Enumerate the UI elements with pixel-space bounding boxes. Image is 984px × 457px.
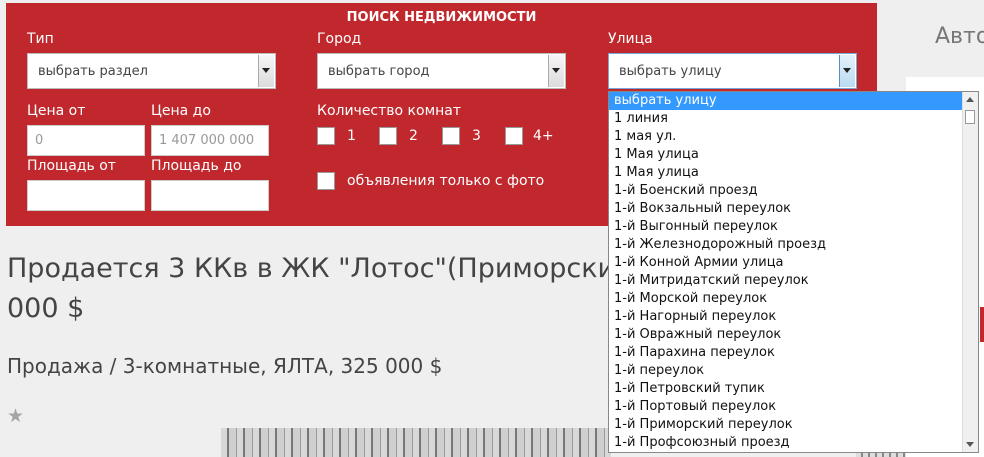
rooms-4plus-checkbox[interactable]	[505, 127, 523, 145]
street-option[interactable]: 1-й Овражный переулок	[609, 326, 978, 344]
sidebar-accent	[980, 307, 984, 342]
listing-title-continued: 000 $	[7, 293, 85, 324]
street-option[interactable]: 1-й переулок	[609, 362, 978, 380]
street-option[interactable]: 1 линия	[609, 110, 978, 128]
area-to-input[interactable]	[151, 180, 269, 211]
street-option[interactable]: 1-й Конной Армии улица	[609, 254, 978, 272]
street-option[interactable]: 1-й Выгонный переулок	[609, 218, 978, 236]
street-option[interactable]: 1 Мая улица	[609, 164, 978, 182]
city-select[interactable]: выбрать город	[317, 53, 566, 89]
street-option[interactable]: выбрать улицу	[609, 92, 978, 110]
listing-title: Продается 3 ККв в ЖК "Лотос"(Приморский	[7, 253, 633, 284]
rooms-3-checkbox[interactable]	[442, 127, 460, 145]
rooms-3-label: 3	[472, 128, 481, 144]
listing-photo[interactable]	[221, 428, 611, 457]
street-option[interactable]: 1-й Профсоюзный проезд	[609, 434, 978, 452]
dropdown-scrollbar[interactable]	[962, 92, 978, 452]
street-option[interactable]: 1-й Портовый переулок	[609, 398, 978, 416]
star-icon[interactable]: ★	[7, 405, 24, 427]
scroll-thumb[interactable]	[965, 110, 975, 124]
type-select-value: выбрать раздел	[38, 64, 148, 79]
street-option[interactable]: 1-й Морской переулок	[609, 290, 978, 308]
rooms-label: Количество комнат	[317, 103, 462, 119]
street-option[interactable]: 1-й Нагорный переулок	[609, 308, 978, 326]
panel-title: ПОИСК НЕДВИЖИМОСТИ	[346, 10, 537, 25]
street-select-value: выбрать улицу	[619, 64, 722, 79]
price-from-label: Цена от	[27, 103, 86, 119]
rooms-2-label: 2	[409, 128, 418, 144]
rooms-4plus-label: 4+	[533, 128, 554, 144]
rooms-1-label: 1	[347, 128, 356, 144]
price-to-label: Цена до	[151, 103, 211, 119]
street-option[interactable]: 1-й Боенский проезд	[609, 182, 978, 200]
street-option[interactable]: 1 Мая улица	[609, 146, 978, 164]
street-option[interactable]: 1-й Железнодорожный проезд	[609, 236, 978, 254]
photo-only-label: объявления только с фото	[347, 173, 545, 189]
scroll-up-icon[interactable]	[966, 97, 974, 102]
price-to-input[interactable]: 1 407 000 000	[151, 125, 269, 156]
street-option[interactable]: 1 мая ул.	[609, 128, 978, 146]
price-from-input[interactable]: 0	[27, 125, 145, 156]
street-select[interactable]: выбрать улицу	[608, 53, 857, 89]
type-select[interactable]: выбрать раздел	[27, 53, 276, 89]
street-dropdown-list[interactable]: выбрать улицу 1 линия 1 мая ул. 1 Мая улица…	[608, 91, 979, 453]
chevron-down-icon[interactable]	[548, 55, 564, 87]
rooms-2-checkbox[interactable]	[379, 127, 397, 145]
street-option[interactable]: 1-й Петровский тупик	[609, 380, 978, 398]
area-from-label: Площадь от	[27, 158, 116, 174]
city-select-value: выбрать город	[328, 64, 430, 79]
chevron-down-icon[interactable]	[258, 55, 274, 87]
area-from-input[interactable]	[27, 180, 145, 211]
photo-only-checkbox[interactable]	[317, 172, 335, 190]
scroll-down-icon[interactable]	[966, 442, 974, 447]
type-label: Тип	[27, 31, 54, 47]
chevron-down-icon[interactable]	[839, 55, 855, 87]
listing-subtitle: Продажа / 3-комнатные, ЯЛТА, 325 000 $	[7, 354, 443, 378]
sidebar-title: Авто	[935, 24, 984, 49]
street-option[interactable]: 1-й Парахина переулок	[609, 344, 978, 362]
rooms-1-checkbox[interactable]	[317, 127, 335, 145]
street-option[interactable]: 1-й Вокзальный переулок	[609, 200, 978, 218]
street-label: Улица	[608, 31, 653, 47]
city-label: Город	[317, 31, 362, 47]
street-option[interactable]: 1-й Митридатский переулок	[609, 272, 978, 290]
area-to-label: Площадь до	[151, 158, 242, 174]
street-options: выбрать улицу 1 линия 1 мая ул. 1 Мая улица…	[609, 92, 978, 452]
street-option[interactable]: 1-й Приморский переулок	[609, 416, 978, 434]
